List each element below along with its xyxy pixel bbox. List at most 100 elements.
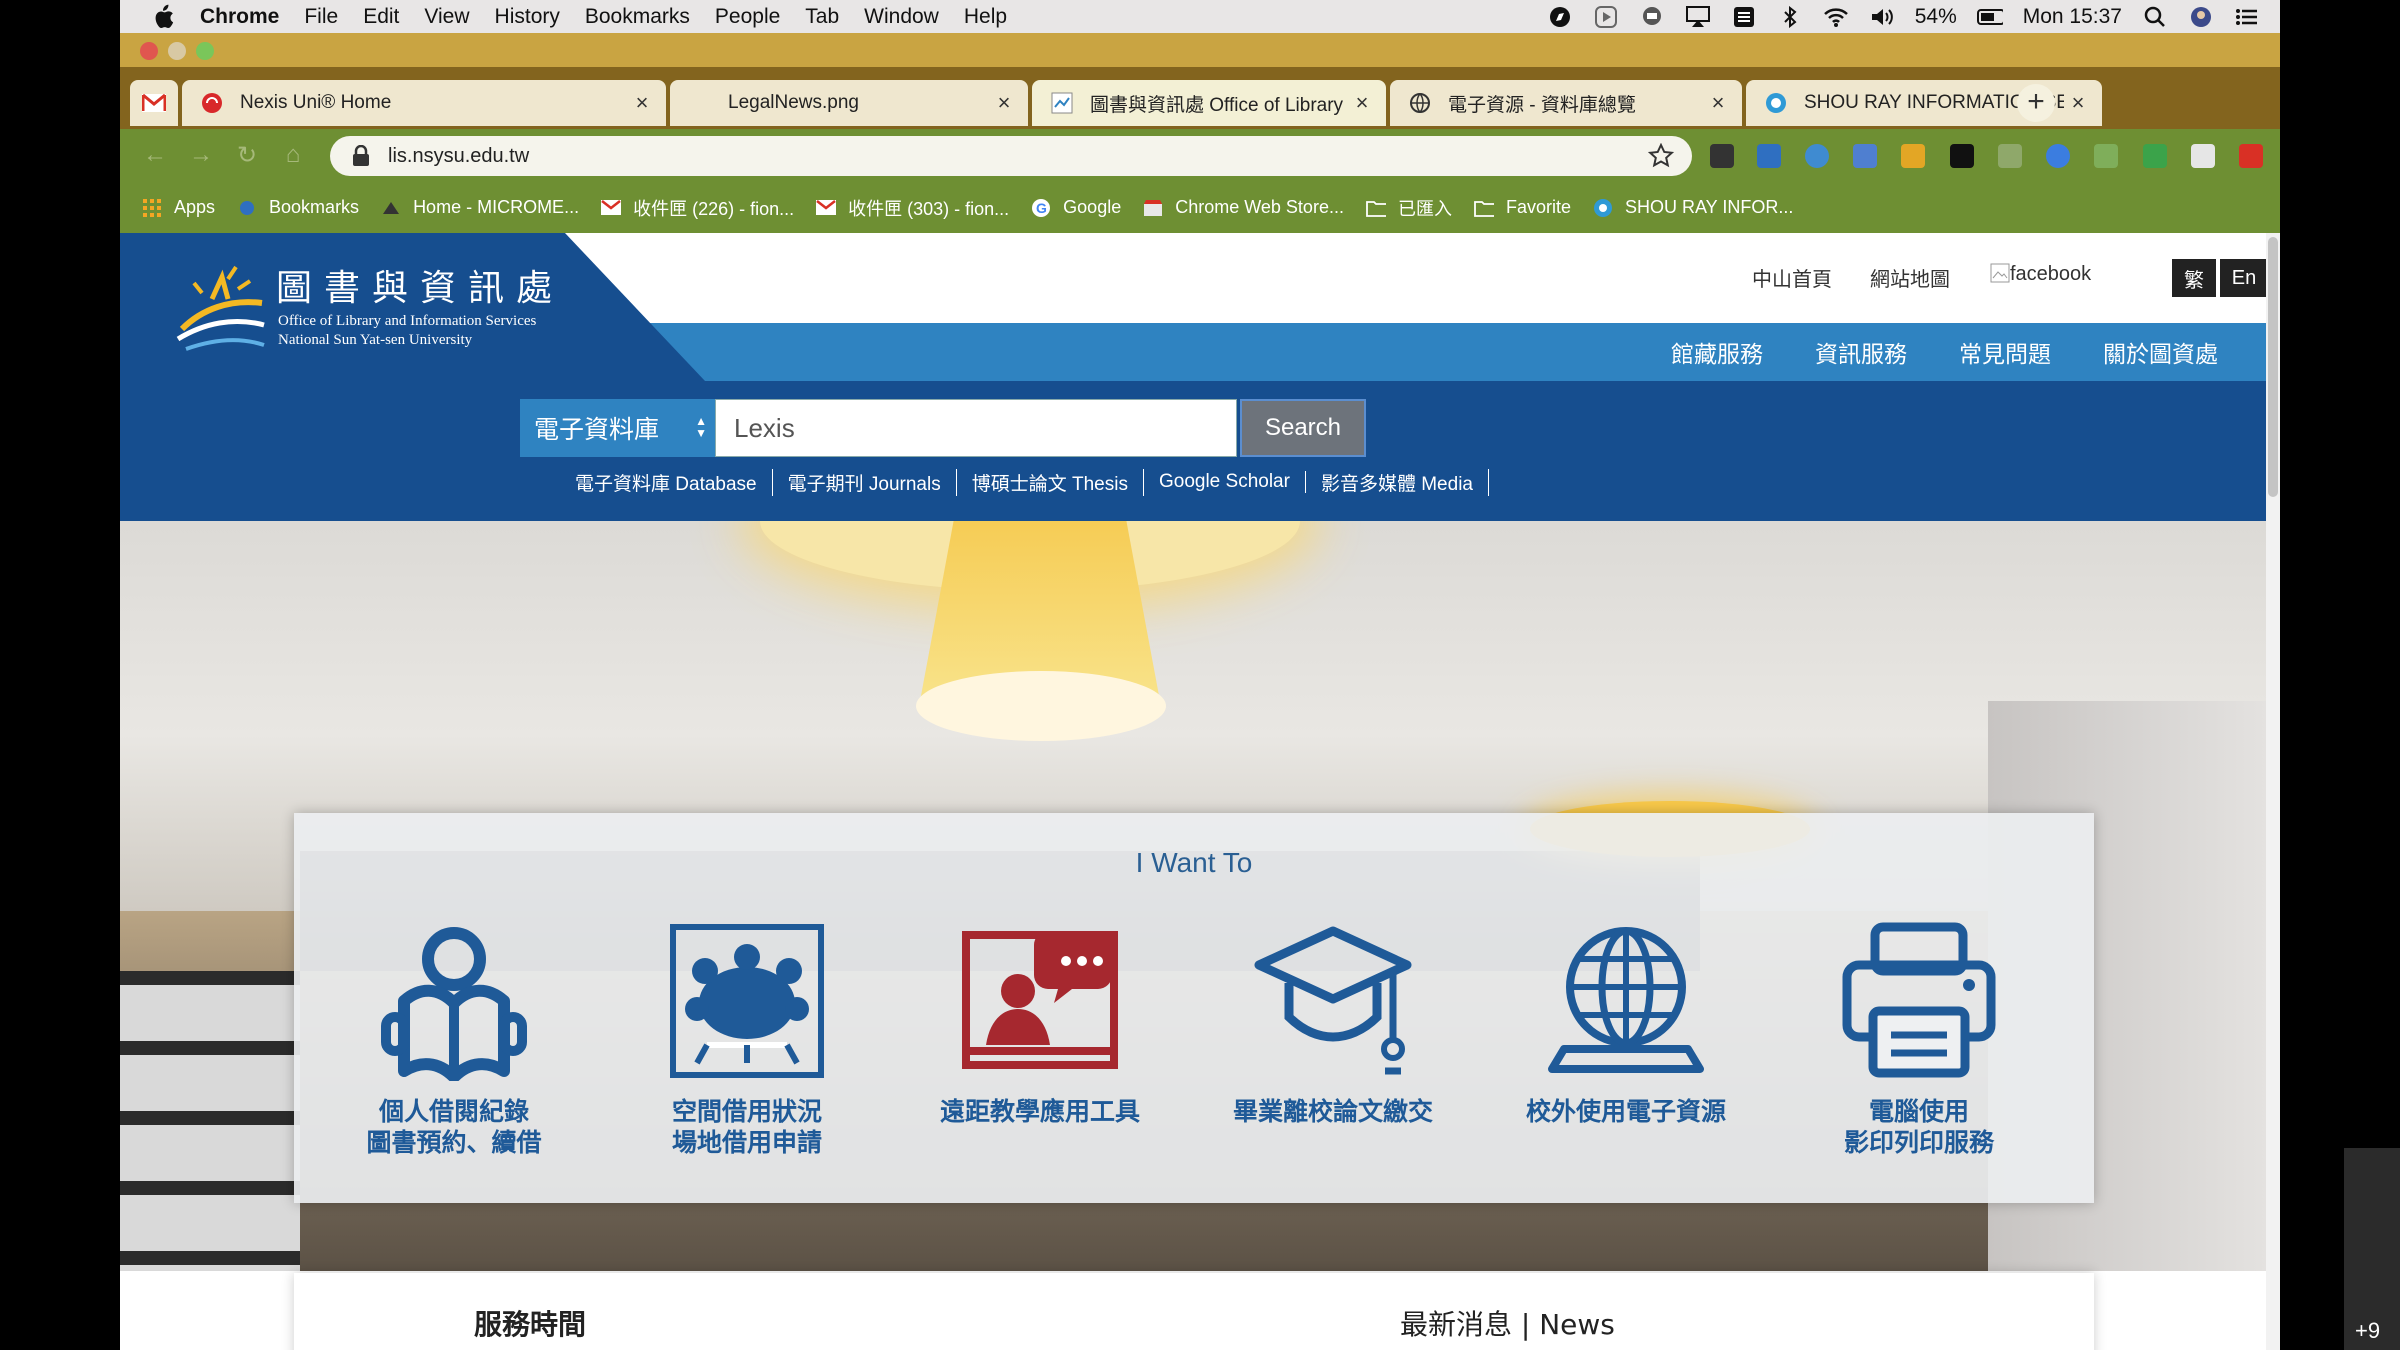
tab-nexis-uni[interactable]: Nexis Uni® Home × <box>182 80 666 126</box>
menu-app-name[interactable]: Chrome <box>200 5 279 29</box>
close-tab-icon[interactable]: × <box>2064 90 2092 116</box>
wifi-icon[interactable] <box>1823 6 1849 28</box>
zoom-window-button[interactable] <box>196 42 214 60</box>
pin-extension-icon[interactable] <box>1998 144 2022 168</box>
want-item-borrowing-record[interactable]: 個人借閱紀錄 圖書預約、續借 <box>344 921 564 1181</box>
nsysu-home-link[interactable]: 中山首頁 <box>1752 263 1832 292</box>
doc-extension-icon[interactable] <box>2191 144 2215 168</box>
bookmark-bookmarks[interactable]: Bookmarks <box>237 197 359 218</box>
back-arrow-icon[interactable]: ← <box>140 140 170 170</box>
bluetooth-icon[interactable] <box>1777 5 1803 28</box>
want-item-thesis-submission[interactable]: 畢業離校論文繳交 <box>1223 921 1443 1181</box>
bookmark-inbox-303[interactable]: 收件匣 (303) - fion... <box>816 195 1009 221</box>
grid-extension-icon[interactable] <box>2143 144 2167 168</box>
home-icon[interactable]: ⌂ <box>278 140 308 170</box>
link-thesis[interactable]: 博碩士論文 Thesis <box>957 468 1144 496</box>
pdf-extension-icon[interactable] <box>2239 144 2263 168</box>
battery-icon[interactable] <box>1976 6 2003 28</box>
want-item-space-booking[interactable]: 空間借用狀況 場地借用申請 <box>637 921 857 1181</box>
battery-percent: 54% <box>1914 4 1957 28</box>
menu-window[interactable]: Window <box>864 5 939 29</box>
facebook-link[interactable]: facebook <box>1990 263 2091 286</box>
minimize-window-button[interactable] <box>168 42 186 60</box>
clock[interactable]: Mon 15:37 <box>2023 5 2122 29</box>
link-media[interactable]: 影音多媒體 Media <box>1306 468 1489 496</box>
menu-file[interactable]: File <box>304 5 338 29</box>
page-scrollbar[interactable] <box>2266 233 2280 1350</box>
menu-bookmarks[interactable]: Bookmarks <box>585 5 690 29</box>
notification-center-icon[interactable] <box>2234 6 2260 28</box>
link-google-scholar[interactable]: Google Scholar <box>1144 471 1306 493</box>
compass-icon[interactable] <box>1547 6 1573 28</box>
bookmark-apps[interactable]: Apps <box>142 197 215 218</box>
want-item-remote-teaching[interactable]: 遠距教學應用工具 <box>930 921 1150 1181</box>
url-text[interactable]: lis.nsysu.edu.tw <box>388 145 529 168</box>
nav-about[interactable]: 關於圖資處 <box>2103 335 2218 369</box>
user-avatar-icon[interactable] <box>2188 6 2214 28</box>
menu-view[interactable]: View <box>424 5 469 29</box>
tab-gmail[interactable] <box>130 80 178 126</box>
site-logo[interactable]: 圖書與資訊處 Office of Library and Information… <box>168 259 688 359</box>
window-titlebar <box>120 33 2280 67</box>
bookmark-star-icon[interactable] <box>1648 143 1674 169</box>
menu-people[interactable]: People <box>715 5 780 29</box>
bookmark-micromedex[interactable]: Home - MICROME... <box>381 197 579 218</box>
nav-information-services[interactable]: 資訊服務 <box>1815 335 1907 369</box>
globe-laptop-icon <box>1548 927 1704 1073</box>
lock-extension-icon[interactable] <box>1950 144 1974 168</box>
nav-collection-services[interactable]: 館藏服務 <box>1671 335 1763 369</box>
translate-extension-icon[interactable] <box>1805 144 1829 168</box>
address-bar[interactable]: lis.nsysu.edu.tw <box>330 136 1692 176</box>
spotlight-search-icon[interactable] <box>2142 6 2168 28</box>
new-extension-icon[interactable] <box>1710 144 1734 168</box>
want-item-off-campus-access[interactable]: 校外使用電子資源 <box>1516 921 1736 1181</box>
want-item-label: 遠距教學應用工具 <box>939 1097 1140 1126</box>
bookmark-shou-ray[interactable]: SHOU RAY INFOR... <box>1593 197 1793 218</box>
english-button[interactable]: En <box>2220 259 2268 297</box>
tab-library-office[interactable]: 圖書與資訊處 Office of Library & × <box>1032 80 1386 126</box>
apple-icon[interactable] <box>148 4 178 30</box>
tab-e-resources[interactable]: 電子資源 - 資料庫總覽 × <box>1390 80 1742 126</box>
sitemap-link[interactable]: 網站地圖 <box>1870 263 1950 292</box>
puzzle-extension-icon[interactable] <box>2094 144 2118 168</box>
apps-grid-icon <box>142 198 162 218</box>
bookmark-google[interactable]: G Google <box>1031 197 1121 218</box>
search-input[interactable]: Lexis <box>715 399 1237 457</box>
volume-icon[interactable] <box>1869 6 1895 28</box>
menu-edit[interactable]: Edit <box>363 5 399 29</box>
scrollbar-thumb[interactable] <box>2268 237 2278 497</box>
chat-icon[interactable] <box>1639 6 1665 28</box>
play-icon[interactable] <box>1593 5 1619 28</box>
close-tab-icon[interactable]: × <box>1704 90 1732 116</box>
nav-faq[interactable]: 常見問題 <box>1959 335 2051 369</box>
bookmark-favorite[interactable]: Favorite <box>1474 197 1571 218</box>
close-tab-icon[interactable]: × <box>628 90 656 116</box>
reload-icon[interactable]: ↻ <box>232 140 262 170</box>
search-scope-select[interactable]: 電子資料庫 ▲ ▼ <box>520 399 715 457</box>
menu-help[interactable]: Help <box>964 5 1007 29</box>
link-database[interactable]: 電子資料庫 Database <box>575 468 773 496</box>
menu-history[interactable]: History <box>495 5 560 29</box>
logo-university: National Sun Yat-sen University <box>278 332 473 348</box>
new-tab-button[interactable]: + <box>2017 84 2055 122</box>
s-extension-icon[interactable] <box>1757 144 1781 168</box>
menu-tab[interactable]: Tab <box>805 5 839 29</box>
tab-legalnews[interactable]: LegalNews.png × <box>670 80 1028 126</box>
close-tab-icon[interactable]: × <box>1348 90 1376 116</box>
bookmark-chrome-web-store[interactable]: Chrome Web Store... <box>1143 197 1344 218</box>
link-journals[interactable]: 電子期刊 Journals <box>773 468 957 496</box>
input-method-icon[interactable] <box>1731 6 1757 28</box>
shield-extension-icon[interactable] <box>1853 144 1877 168</box>
airplay-icon[interactable] <box>1685 5 1711 28</box>
close-window-button[interactable] <box>140 42 158 60</box>
note-extension-icon[interactable] <box>1901 144 1925 168</box>
forward-arrow-icon[interactable]: → <box>186 140 216 170</box>
bookmark-inbox-226[interactable]: 收件匣 (226) - fion... <box>601 195 794 221</box>
bookmark-imported[interactable]: 已匯入 <box>1366 195 1452 221</box>
traditional-chinese-button[interactable]: 繁 <box>2172 259 2216 297</box>
want-item-printing[interactable]: 電腦使用 影印列印服務 <box>1809 921 2029 1181</box>
search-button[interactable]: Search <box>1240 399 1366 457</box>
drop-extension-icon[interactable] <box>2046 144 2070 168</box>
tab-title: Nexis Uni® Home <box>240 92 392 113</box>
close-tab-icon[interactable]: × <box>990 90 1018 116</box>
